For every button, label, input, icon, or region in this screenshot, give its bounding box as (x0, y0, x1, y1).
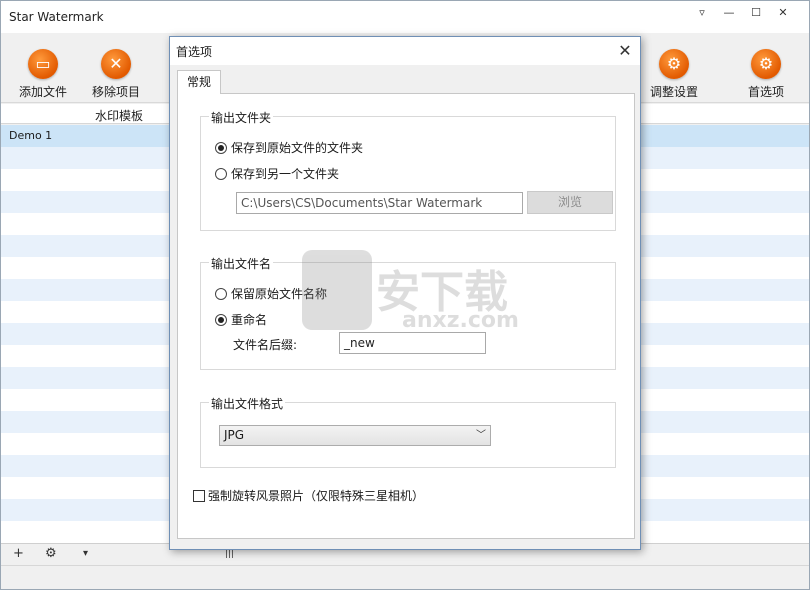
right-header (641, 104, 809, 124)
adjust-settings-label: 调整设置 (649, 85, 698, 99)
dialog-title-bar: 首选项 ✕ (170, 37, 640, 65)
radio-unchecked-icon (215, 167, 227, 180)
preferences-dialog: 首选项 ✕ 常规 输出文件夹 保存到原始文件的文件夹 保存到另一个文件夹 C:\… (169, 36, 641, 550)
gear-icon: ⚙ (659, 49, 689, 79)
output-folder-legend: 输出文件夹 (209, 109, 274, 126)
template-column-header: 水印模板 (95, 109, 144, 123)
remove-icon: ✕ (101, 49, 131, 79)
suffix-label: 文件名后缀: (233, 338, 298, 352)
save-other-label: 保存到另一个文件夹 (231, 167, 340, 181)
title-bar: Star Watermark ▿ — ☐ ✕ (1, 1, 809, 33)
radio-unchecked-icon (215, 287, 227, 300)
dialog-close-button[interactable]: ✕ (616, 41, 634, 60)
force-rotate-label: 强制旋转风景照片（仅限特殊三星相机） (208, 489, 425, 503)
add-files-button[interactable]: ▭ 添加文件 (13, 49, 73, 100)
rename-label: 重命名 (231, 313, 268, 327)
close-button[interactable]: ✕ (772, 5, 794, 21)
minimize-button[interactable]: — (718, 5, 740, 21)
save-original-label: 保存到原始文件的文件夹 (231, 141, 364, 155)
preferences-button[interactable]: ⚙ 首选项 (736, 49, 796, 100)
user-gear-icon: ⚙ (751, 49, 781, 79)
grip-handle[interactable]: ||| (225, 549, 234, 559)
add-template-button[interactable]: + (13, 546, 24, 561)
maximize-button[interactable]: ☐ (745, 5, 767, 21)
rename-radio[interactable]: 重命名 (215, 311, 267, 328)
save-original-radio[interactable]: 保存到原始文件的文件夹 (215, 139, 363, 156)
dialog-title: 首选项 (176, 45, 213, 59)
output-format-group: 输出文件格式 JPG ﹀ (200, 395, 616, 468)
app-title: Star Watermark (9, 10, 104, 24)
status-bar (1, 565, 809, 589)
radio-checked-icon (215, 141, 227, 154)
output-filename-legend: 输出文件名 (209, 255, 274, 272)
add-file-icon: ▭ (28, 49, 58, 79)
output-format-legend: 输出文件格式 (209, 395, 286, 412)
output-format-select[interactable]: JPG ﹀ (219, 425, 491, 446)
tab-general[interactable]: 常规 (177, 70, 221, 94)
output-format-value: JPG (224, 428, 245, 442)
remove-item-label: 移除项目 (91, 85, 140, 99)
keep-original-name-radio[interactable]: 保留原始文件名称 (215, 285, 327, 302)
chevron-down-icon: ﹀ (476, 430, 486, 441)
window-menu-button[interactable]: ▿ (691, 5, 713, 21)
output-path-field[interactable]: C:\Users\CS\Documents\Star Watermark (236, 192, 523, 214)
output-folder-group: 输出文件夹 保存到原始文件的文件夹 保存到另一个文件夹 C:\Users\CS\… (200, 109, 616, 231)
browse-button[interactable]: 浏览 (527, 191, 613, 214)
suffix-input[interactable]: _new (339, 332, 486, 354)
gear-icon[interactable]: ⚙ (45, 546, 57, 561)
chevron-down-icon[interactable]: ▾ (83, 548, 88, 559)
checkbox-icon (193, 489, 205, 502)
preferences-label: 首选项 (747, 85, 784, 99)
force-rotate-checkbox[interactable]: 强制旋转风景照片（仅限特殊三星相机） (193, 487, 424, 504)
tab-page-general: 输出文件夹 保存到原始文件的文件夹 保存到另一个文件夹 C:\Users\CS\… (177, 93, 635, 539)
output-filename-group: 输出文件名 保留原始文件名称 重命名 文件名后缀: _new (200, 255, 616, 370)
radio-checked-icon (215, 313, 227, 326)
adjust-settings-button[interactable]: ⚙ 调整设置 (644, 49, 704, 100)
save-other-radio[interactable]: 保存到另一个文件夹 (215, 165, 339, 182)
add-files-label: 添加文件 (18, 85, 67, 99)
keep-original-name-label: 保留原始文件名称 (231, 287, 328, 301)
remove-item-button[interactable]: ✕ 移除项目 (86, 49, 146, 100)
